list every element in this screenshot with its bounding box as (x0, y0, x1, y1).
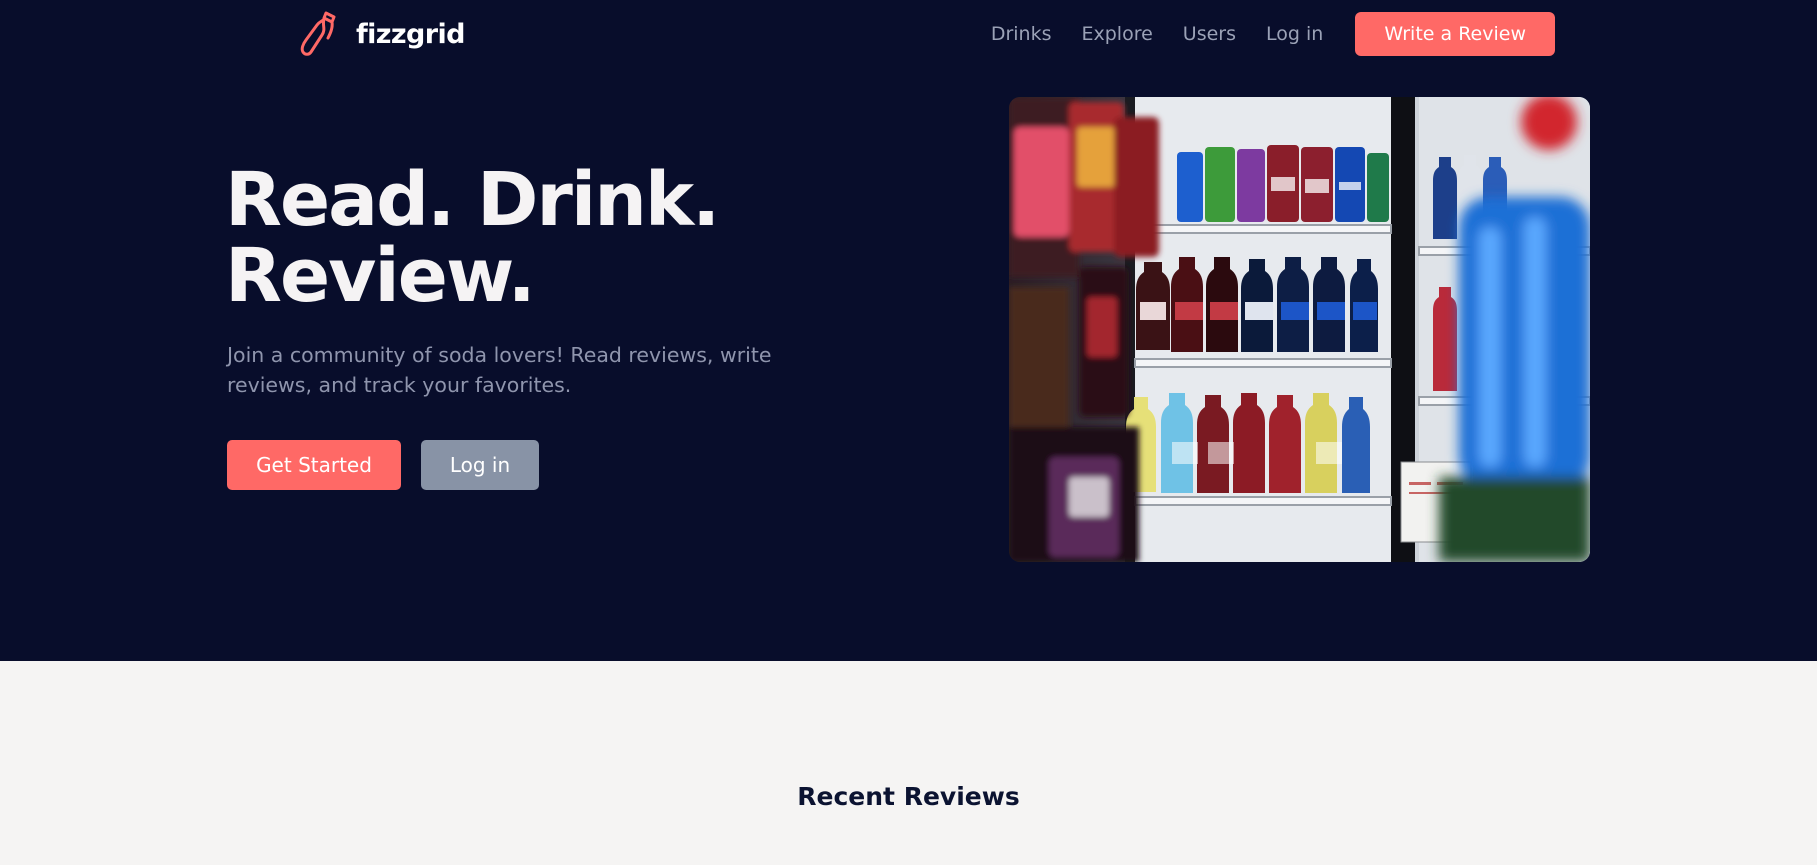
hero-log-in-button[interactable]: Log in (421, 440, 539, 490)
brand-name: fizzgrid (356, 18, 465, 50)
hero-title-line-1: Read. Drink. (225, 157, 720, 243)
nav-link-explore[interactable]: Explore (1082, 12, 1153, 56)
get-started-button[interactable]: Get Started (227, 440, 401, 490)
hero-section: fizzgrid Drinks Explore Users Log in Wri… (0, 0, 1817, 661)
hero-title-line-2: Review. (225, 233, 536, 319)
write-review-button[interactable]: Write a Review (1355, 12, 1555, 56)
bottle-icon (300, 11, 336, 56)
recent-reviews-heading: Recent Reviews (797, 782, 1020, 811)
nav-link-log-in[interactable]: Log in (1266, 12, 1323, 56)
soda-fridge-illustration (1009, 97, 1590, 562)
nav-link-drinks[interactable]: Drinks (991, 12, 1052, 56)
hero-image-soda-fridge (1009, 97, 1590, 562)
top-nav: Drinks Explore Users Log in Write a Revi… (991, 12, 1555, 56)
hero-subtitle: Join a community of soda lovers! Read re… (227, 343, 772, 397)
hero-title: Read. Drink. Review. (225, 162, 865, 314)
brand-logo-link[interactable]: fizzgrid (300, 10, 465, 58)
nav-link-users[interactable]: Users (1183, 12, 1236, 56)
